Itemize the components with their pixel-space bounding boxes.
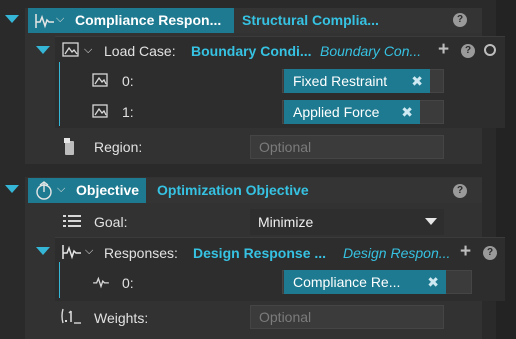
expand-triangle-icon[interactable]: [5, 15, 19, 23]
load-case-icon: [62, 42, 79, 57]
weights-placeholder: Optional: [259, 309, 312, 325]
goal-value: Minimize: [258, 214, 314, 230]
responses-label: Responses:: [104, 245, 178, 261]
chevron-down-icon[interactable]: ⌵: [84, 44, 92, 57]
region-input[interactable]: Optional: [250, 135, 444, 159]
load-case-reference-bold[interactable]: Boundary Condi...: [191, 43, 311, 59]
response-icon: [35, 14, 54, 29]
response-item-index: 0:: [122, 275, 134, 291]
fixed-restraint-chip[interactable]: Fixed Restraint ✖: [284, 69, 430, 93]
responses-reference-bold[interactable]: Design Response ...: [193, 245, 329, 261]
expand-triangle-icon[interactable]: [5, 185, 19, 193]
response-icon: [62, 245, 81, 260]
load-case-label: Load Case:: [104, 43, 176, 59]
add-icon[interactable]: +: [460, 241, 471, 263]
weights-icon: [61, 308, 81, 324]
compliance-reference-link[interactable]: Structural Complia...: [242, 12, 392, 28]
chip-label: Compliance Re...: [293, 274, 401, 290]
chevron-down-icon[interactable]: ⌵: [56, 13, 64, 26]
response-icon: [93, 276, 109, 289]
load-case-item-index: 0:: [122, 73, 134, 89]
chevron-down-icon[interactable]: ⌵: [85, 245, 93, 258]
help-icon[interactable]: ?: [453, 13, 467, 27]
remove-icon[interactable]: ✖: [411, 73, 423, 90]
help-icon[interactable]: ?: [483, 246, 497, 260]
compliance-response-chip[interactable]: Compliance Re... ✖: [284, 270, 446, 294]
region-icon: [64, 138, 74, 155]
chip-label: Applied Force: [293, 104, 380, 120]
objective-icon: [36, 181, 52, 200]
compliance-title: Compliance Respon...: [75, 12, 222, 28]
applied-force-chip[interactable]: Applied Force ✖: [284, 100, 420, 124]
help-icon[interactable]: ?: [461, 44, 475, 58]
objective-title: Objective: [76, 182, 140, 198]
circle-option-icon[interactable]: [484, 44, 496, 56]
load-case-item-index: 1:: [122, 104, 134, 120]
chip-label: Fixed Restraint: [293, 73, 388, 89]
goal-dropdown[interactable]: Minimize: [250, 209, 444, 235]
expand-triangle-icon[interactable]: [36, 247, 50, 255]
region-label: Region:: [94, 139, 143, 155]
list-icon: [63, 215, 81, 227]
responses-tree-line: [59, 262, 60, 298]
responses-reference-italic[interactable]: Design Respon...: [343, 245, 453, 261]
caret-down-icon: [425, 218, 437, 225]
remove-icon[interactable]: ✖: [401, 104, 413, 121]
help-icon[interactable]: ?: [453, 184, 467, 198]
load-case-tree-line: [59, 62, 60, 126]
expand-triangle-icon[interactable]: [36, 46, 50, 54]
region-placeholder: Optional: [259, 139, 312, 155]
image-icon: [92, 73, 108, 87]
image-icon: [92, 104, 108, 118]
add-icon[interactable]: +: [438, 39, 449, 61]
remove-icon[interactable]: ✖: [427, 274, 439, 291]
weights-input[interactable]: Optional: [250, 305, 444, 329]
load-case-reference-italic[interactable]: Boundary Con...: [320, 43, 430, 59]
objective-reference-link[interactable]: Optimization Objective: [157, 182, 327, 198]
weights-label: Weights:: [94, 310, 149, 326]
goal-label: Goal:: [94, 214, 128, 230]
chevron-down-icon[interactable]: ⌵: [57, 183, 65, 196]
